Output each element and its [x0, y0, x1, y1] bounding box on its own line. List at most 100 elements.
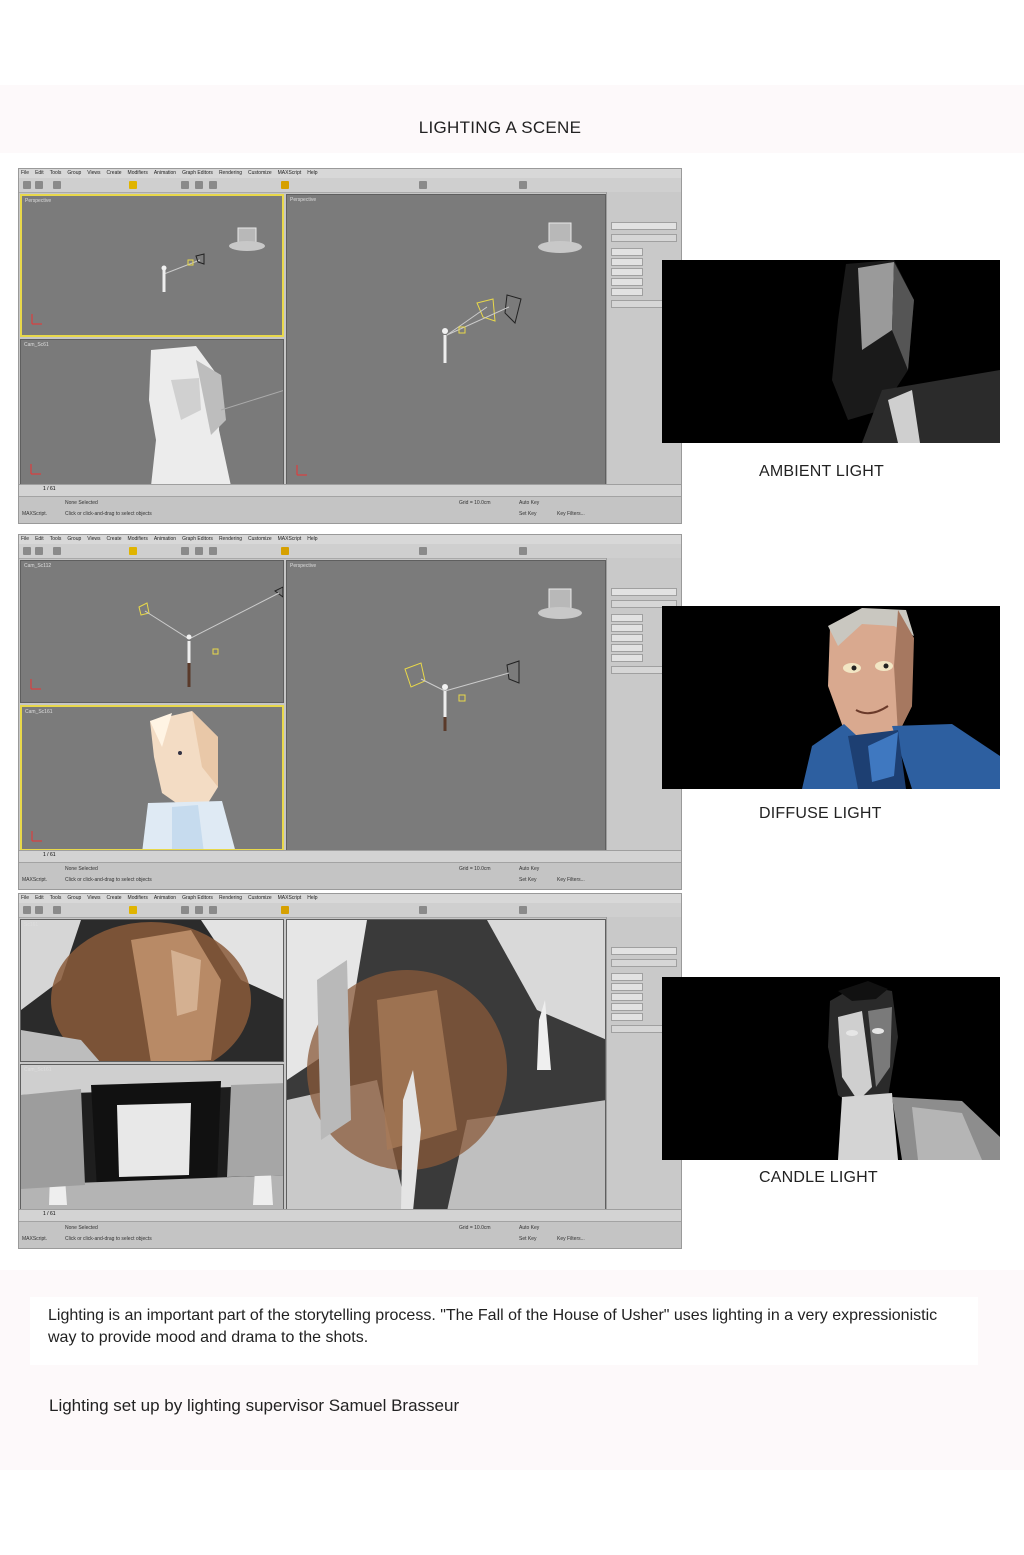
menu-graph-editors[interactable]: Graph Editors	[182, 170, 213, 176]
mirror-icon[interactable]	[419, 906, 427, 914]
menu-rendering[interactable]: Rendering	[219, 536, 242, 542]
menu-tools[interactable]: Tools	[50, 895, 62, 901]
auto-key-button[interactable]: Auto Key	[519, 866, 539, 872]
menu-tools[interactable]: Tools	[50, 170, 62, 176]
undo-icon[interactable]	[23, 181, 31, 189]
main-toolbar[interactable]	[19, 544, 681, 559]
undo-icon[interactable]	[23, 906, 31, 914]
menu-edit[interactable]: Edit	[35, 536, 44, 542]
main-toolbar[interactable]	[19, 178, 681, 193]
viewport-top-left[interactable]: Cam_Sc112	[20, 560, 284, 703]
viewport-right[interactable]: Perspective	[286, 194, 606, 485]
select-icon[interactable]	[129, 547, 137, 555]
menu-graph-editors[interactable]: Graph Editors	[182, 895, 213, 901]
auto-key-button[interactable]: Auto Key	[519, 1225, 539, 1231]
link-icon[interactable]	[53, 906, 61, 914]
object-type-rollout[interactable]	[611, 234, 677, 242]
menu-graph-editors[interactable]: Graph Editors	[182, 536, 213, 542]
menu-views[interactable]: Views	[87, 895, 100, 901]
box-button[interactable]	[611, 614, 643, 622]
menu-group[interactable]: Group	[67, 170, 81, 176]
maxscript-listener[interactable]: MAXScript.	[22, 1236, 47, 1242]
rotate-icon[interactable]	[195, 181, 203, 189]
menu-group[interactable]: Group	[67, 895, 81, 901]
redo-icon[interactable]	[35, 906, 43, 914]
render-icon[interactable]	[519, 906, 527, 914]
rotate-icon[interactable]	[195, 547, 203, 555]
main-toolbar[interactable]	[19, 903, 681, 918]
render-icon[interactable]	[519, 547, 527, 555]
viewport-bottom-left[interactable]: Cam_Sc161	[20, 705, 284, 851]
menu-edit[interactable]: Edit	[35, 895, 44, 901]
menu-customize[interactable]: Customize	[248, 170, 272, 176]
sphere-button[interactable]	[611, 624, 643, 632]
move-icon[interactable]	[181, 547, 189, 555]
primitives-dropdown[interactable]	[611, 222, 677, 230]
viewport-bottom-left[interactable]: Cam_Sc61	[20, 339, 284, 485]
snap-icon[interactable]	[281, 547, 289, 555]
menu-tools[interactable]: Tools	[50, 536, 62, 542]
menu-modifiers[interactable]: Modifiers	[128, 895, 148, 901]
scale-icon[interactable]	[209, 547, 217, 555]
scale-icon[interactable]	[209, 181, 217, 189]
auto-key-button[interactable]: Auto Key	[519, 500, 539, 506]
viewport-top-left[interactable]: Perspective	[20, 194, 284, 337]
viewport-right[interactable]	[286, 919, 606, 1210]
render-icon[interactable]	[519, 181, 527, 189]
menu-maxscript[interactable]: MAXScript	[278, 170, 302, 176]
menu-edit[interactable]: Edit	[35, 170, 44, 176]
menu-animation[interactable]: Animation	[154, 895, 176, 901]
viewport-right[interactable]: Perspective	[286, 560, 606, 851]
primitives-dropdown[interactable]	[611, 588, 677, 596]
menu-help[interactable]: Help	[307, 536, 317, 542]
menu-customize[interactable]: Customize	[248, 895, 272, 901]
primitives-dropdown[interactable]	[611, 947, 677, 955]
menu-help[interactable]: Help	[307, 895, 317, 901]
mirror-icon[interactable]	[419, 547, 427, 555]
torus-button[interactable]	[611, 1003, 643, 1011]
sphere-button[interactable]	[611, 983, 643, 991]
key-filters-button[interactable]: Key Filters...	[557, 877, 585, 883]
teapot-button[interactable]	[611, 654, 643, 662]
menu-customize[interactable]: Customize	[248, 536, 272, 542]
menu-views[interactable]: Views	[87, 170, 100, 176]
set-key-button[interactable]: Set Key	[519, 877, 537, 883]
menu-bar[interactable]: File Edit Tools Group Views Create Modifiers An…	[19, 894, 681, 903]
select-icon[interactable]	[129, 181, 137, 189]
link-icon[interactable]	[53, 547, 61, 555]
move-icon[interactable]	[181, 906, 189, 914]
torus-button[interactable]	[611, 278, 643, 286]
key-filters-button[interactable]: Key Filters...	[557, 511, 585, 517]
set-key-button[interactable]: Set Key	[519, 1236, 537, 1242]
menu-help[interactable]: Help	[307, 170, 317, 176]
teapot-button[interactable]	[611, 288, 643, 296]
menu-bar[interactable]: File Edit Tools Group Views Create Modifiers An…	[19, 535, 681, 544]
redo-icon[interactable]	[35, 181, 43, 189]
maxscript-listener[interactable]: MAXScript.	[22, 877, 47, 883]
viewport-top-left[interactable]: Sc161	[20, 919, 284, 1062]
link-icon[interactable]	[53, 181, 61, 189]
menu-file[interactable]: File	[21, 536, 29, 542]
key-filters-button[interactable]: Key Filters...	[557, 1236, 585, 1242]
snap-icon[interactable]	[281, 181, 289, 189]
select-icon[interactable]	[129, 906, 137, 914]
snap-icon[interactable]	[281, 906, 289, 914]
viewport-bottom-left[interactable]: Cam_Sc161	[20, 1064, 284, 1210]
menu-modifiers[interactable]: Modifiers	[128, 536, 148, 542]
box-button[interactable]	[611, 973, 643, 981]
menu-group[interactable]: Group	[67, 536, 81, 542]
maxscript-listener[interactable]: MAXScript.	[22, 511, 47, 517]
menu-animation[interactable]: Animation	[154, 536, 176, 542]
menu-rendering[interactable]: Rendering	[219, 170, 242, 176]
torus-button[interactable]	[611, 644, 643, 652]
rotate-icon[interactable]	[195, 906, 203, 914]
menu-bar[interactable]: File Edit Tools Group Views Create Modifiers An…	[19, 169, 681, 178]
mirror-icon[interactable]	[419, 181, 427, 189]
teapot-button[interactable]	[611, 1013, 643, 1021]
menu-file[interactable]: File	[21, 170, 29, 176]
menu-maxscript[interactable]: MAXScript	[278, 536, 302, 542]
menu-create[interactable]: Create	[107, 536, 122, 542]
menu-animation[interactable]: Animation	[154, 170, 176, 176]
sphere-button[interactable]	[611, 258, 643, 266]
undo-icon[interactable]	[23, 547, 31, 555]
